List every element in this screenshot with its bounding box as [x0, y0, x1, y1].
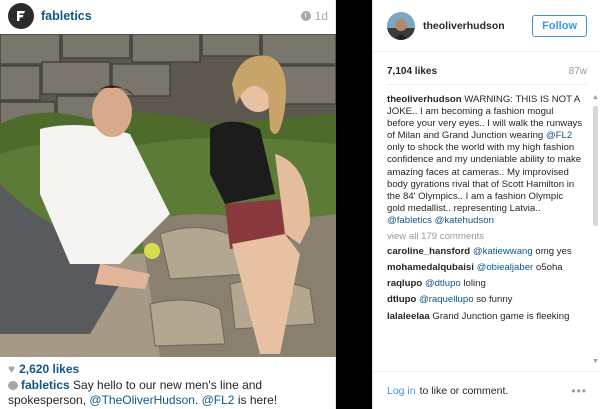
owner-caption: theoliverhudson WARNING: THIS IS NOT A J… — [387, 94, 583, 227]
comment-mention[interactable]: @dtlupo — [425, 278, 461, 289]
scroll-up-icon[interactable]: ▲ — [592, 94, 599, 101]
post-timestamp: 1d — [300, 9, 328, 23]
comment-text: omg yes — [532, 246, 572, 258]
scrollbar-thumb[interactable] — [593, 106, 598, 226]
comment-username[interactable]: lalaleelaa — [387, 311, 430, 322]
comment-mention[interactable]: @FL2 — [546, 130, 572, 141]
list-item: lalaleelaa Grand Junction game is fleeki… — [387, 311, 583, 323]
heart-icon[interactable]: ♥ — [8, 362, 15, 376]
comments-list: theoliverhudson WARNING: THIS IS NOT A J… — [387, 94, 583, 327]
embedded-post: fabletics 1d ♥ 2,620 likes fabletics Say… — [0, 0, 336, 409]
profile-header: theoliverhudson Follow — [373, 0, 600, 52]
comments-scrollbar[interactable]: ▲ ▼ — [592, 94, 599, 370]
fabletics-logo-icon — [17, 11, 25, 21]
list-item: mohamedalqubaisi @obiealjaber o5oha — [387, 262, 583, 274]
comment-text: only to shock the world with my high fas… — [387, 142, 582, 214]
comment-mention[interactable]: @katehudson — [435, 215, 494, 226]
likes-row: 7,104 likes 87w — [387, 66, 587, 77]
comment-mention[interactable]: @raquellupo — [419, 294, 474, 305]
comment-text: o5oha — [533, 262, 563, 274]
post-likes[interactable]: ♥ 2,620 likes — [8, 362, 79, 376]
divider — [387, 84, 587, 85]
post-age[interactable]: 87w — [569, 66, 587, 77]
comment-username[interactable]: theoliverhudson — [387, 94, 462, 105]
follow-button[interactable]: Follow — [532, 14, 587, 37]
clock-icon — [300, 11, 311, 21]
post-caption: fabletics Say hello to our new men's lin… — [8, 378, 330, 408]
list-item: dtlupo @raquellupo so funny — [387, 294, 583, 306]
comment-mention[interactable]: @fabletics — [387, 215, 432, 226]
comment-text: Grand Junction game is fleeking — [429, 310, 570, 322]
caption-mention[interactable]: @FL2 — [202, 393, 235, 407]
comments-panel: theoliverhudson Follow 7,104 likes 87w t… — [372, 0, 600, 409]
list-item: caroline_hansford @katiewwang omg yes — [387, 246, 583, 258]
caption-mention[interactable]: @TheOliverHudson — [89, 393, 195, 407]
fabletics-avatar[interactable] — [8, 3, 34, 29]
post-header: fabletics 1d — [0, 0, 336, 32]
caption-text: is here! — [234, 393, 278, 407]
login-link[interactable]: Log in — [387, 385, 416, 397]
list-item: raqlupo @dtlupo loling — [387, 278, 583, 290]
comment-mention[interactable]: @obiealjaber — [477, 262, 534, 273]
comment-username[interactable]: dtlupo — [387, 294, 416, 305]
avatar-image — [387, 11, 415, 40]
scroll-down-icon[interactable]: ▼ — [592, 358, 599, 365]
comment-text: loling — [460, 278, 486, 290]
login-prompt: to like or comment. — [419, 384, 509, 397]
post-photo[interactable] — [0, 34, 336, 357]
comment-username[interactable]: caroline_hansford — [387, 246, 470, 257]
caption-username[interactable]: fabletics — [21, 378, 70, 392]
comment-icon — [8, 381, 18, 390]
view-all-comments-link[interactable]: view all 179 comments — [387, 231, 583, 243]
caption-text: . — [194, 393, 202, 407]
theoliverhudson-avatar[interactable] — [387, 11, 415, 40]
post-username[interactable]: fabletics — [41, 9, 92, 23]
comment-username[interactable]: raqlupo — [387, 278, 422, 289]
profile-username[interactable]: theoliverhudson — [423, 20, 505, 32]
post-image — [0, 34, 336, 357]
comment-text: so funny — [473, 294, 513, 306]
post-time-label: 1d — [314, 9, 328, 23]
comment-footer: Log in to like or comment. ••• — [373, 371, 600, 409]
comment-mention[interactable]: @katiewwang — [473, 246, 533, 257]
comment-username[interactable]: mohamedalqubaisi — [387, 262, 474, 273]
more-options-icon[interactable]: ••• — [571, 384, 587, 398]
likes-count[interactable]: 7,104 likes — [387, 66, 437, 77]
post-likes-count: 2,620 likes — [19, 362, 80, 376]
